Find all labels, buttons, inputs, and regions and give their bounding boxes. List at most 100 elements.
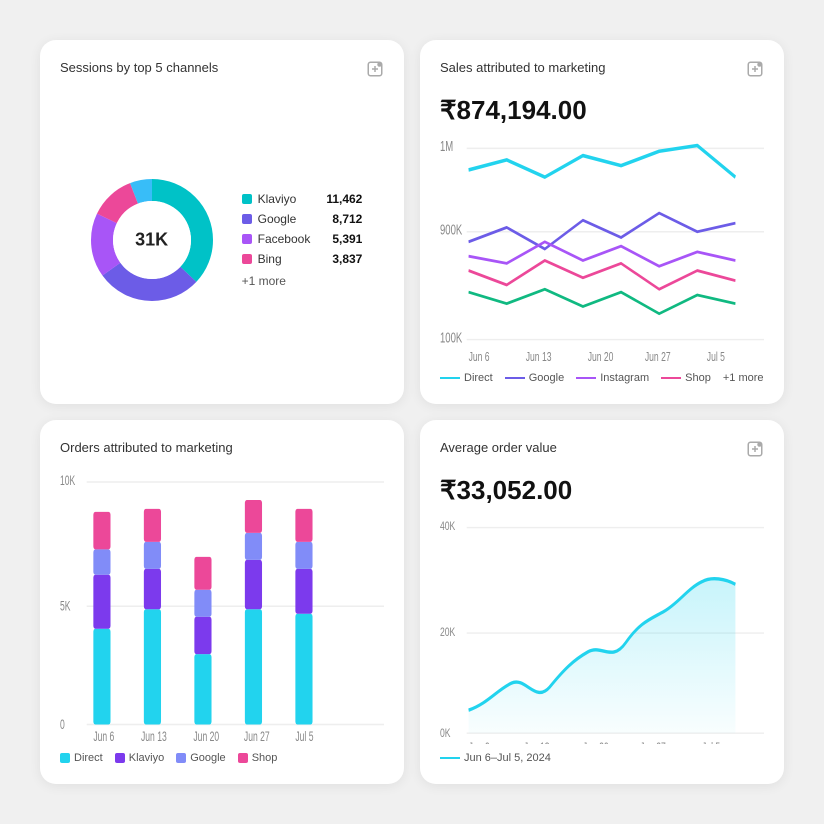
svg-text:Jun 6: Jun 6 bbox=[469, 740, 490, 744]
svg-text:Jun 13: Jun 13 bbox=[524, 740, 550, 744]
sales-more-label: +1 more bbox=[723, 372, 764, 384]
svg-text:0K: 0K bbox=[440, 727, 450, 741]
orders-direct-label: Direct bbox=[74, 752, 103, 764]
donut-center-value: 31K bbox=[135, 229, 168, 250]
svg-text:1M: 1M bbox=[440, 138, 453, 155]
orders-shop-label: Shop bbox=[252, 752, 278, 764]
klaviyo-label: Klaviyo bbox=[258, 192, 297, 206]
svg-text:900K: 900K bbox=[440, 222, 462, 239]
svg-text:Jun 20: Jun 20 bbox=[588, 351, 614, 364]
orders-shop-legend: Shop bbox=[238, 752, 278, 764]
orders-google-legend: Google bbox=[176, 752, 225, 764]
svg-text:Jun 27: Jun 27 bbox=[645, 351, 671, 364]
svg-text:Jul 5: Jul 5 bbox=[707, 351, 725, 364]
sales-line-chart: 1M 900K 100K Jun 6 Jun 13 Jun 20 Jun 27 … bbox=[440, 134, 764, 364]
klaviyo-value: 11,462 bbox=[310, 192, 362, 206]
sales-legend-row: Direct Google Instagram Shop +1 more bbox=[440, 372, 764, 384]
orders-card: Orders attributed to marketing 10K 5K 0 bbox=[40, 420, 404, 784]
avg-order-value: ₹33,052.00 bbox=[440, 475, 764, 506]
legend-item-bing: Bing 3,837 bbox=[242, 252, 363, 266]
svg-text:Jun 6: Jun 6 bbox=[93, 730, 114, 744]
shop-line bbox=[661, 377, 681, 379]
bing-label: Bing bbox=[258, 252, 282, 266]
sales-more[interactable]: +1 more bbox=[723, 372, 764, 384]
sessions-card-header: Sessions by top 5 channels bbox=[60, 60, 384, 83]
instagram-legend: Instagram bbox=[576, 372, 649, 384]
svg-text:Jun 27: Jun 27 bbox=[640, 740, 666, 744]
legend-item-facebook: Facebook 5,391 bbox=[242, 232, 363, 246]
klaviyo-dot bbox=[242, 194, 252, 204]
instagram-label: Instagram bbox=[600, 372, 649, 384]
svg-text:Jul 5: Jul 5 bbox=[295, 730, 313, 744]
svg-text:100K: 100K bbox=[440, 329, 462, 346]
legend-item-klaviyo: Klaviyo 11,462 bbox=[242, 192, 363, 206]
svg-text:0: 0 bbox=[60, 718, 65, 732]
google-dot bbox=[242, 214, 252, 224]
facebook-dot bbox=[242, 234, 252, 244]
bing-dot bbox=[242, 254, 252, 264]
orders-title: Orders attributed to marketing bbox=[60, 440, 233, 455]
orders-klaviyo-dot bbox=[115, 753, 125, 763]
svg-text:10K: 10K bbox=[60, 474, 76, 488]
direct-line bbox=[440, 377, 460, 379]
orders-bar-chart-area: 10K 5K 0 bbox=[60, 467, 384, 744]
svg-text:Jun 13: Jun 13 bbox=[526, 351, 552, 364]
svg-text:Jun 20: Jun 20 bbox=[583, 740, 609, 744]
avg-order-legend-label: Jun 6–Jul 5, 2024 bbox=[464, 752, 551, 764]
sales-export-icon[interactable] bbox=[746, 60, 764, 83]
avg-order-card: Average order value ₹33,052.00 40K 20K 0… bbox=[420, 420, 784, 784]
facebook-value: 5,391 bbox=[316, 232, 362, 246]
sales-value: ₹874,194.00 bbox=[440, 95, 764, 126]
avg-order-export-icon[interactable] bbox=[746, 440, 764, 463]
google-value: 8,712 bbox=[316, 212, 362, 226]
orders-direct-dot bbox=[60, 753, 70, 763]
orders-klaviyo-legend: Klaviyo bbox=[115, 752, 164, 764]
avg-order-legend-row: Jun 6–Jul 5, 2024 bbox=[440, 752, 764, 764]
svg-text:Jun 6: Jun 6 bbox=[469, 351, 490, 364]
dashboard: Sessions by top 5 channels bbox=[0, 0, 824, 824]
svg-text:Jun 20: Jun 20 bbox=[193, 730, 219, 744]
orders-card-header: Orders attributed to marketing bbox=[60, 440, 384, 455]
orders-shop-dot bbox=[238, 753, 248, 763]
svg-text:Jun 13: Jun 13 bbox=[141, 730, 167, 744]
sales-card-header: Sales attributed to marketing bbox=[440, 60, 764, 83]
orders-bar-chart: 10K 5K 0 bbox=[60, 467, 384, 744]
orders-klaviyo-label: Klaviyo bbox=[129, 752, 164, 764]
instagram-line bbox=[576, 377, 596, 379]
direct-label: Direct bbox=[464, 372, 493, 384]
orders-google-dot bbox=[176, 753, 186, 763]
export-icon[interactable] bbox=[366, 60, 384, 83]
svg-text:Jun 27: Jun 27 bbox=[244, 730, 270, 744]
sessions-legend: Klaviyo 11,462 Google 8,712 Facebook 5,3… bbox=[242, 192, 363, 288]
google-line bbox=[505, 377, 525, 379]
legend-item-google: Google 8,712 bbox=[242, 212, 363, 226]
donut-chart: 31K bbox=[82, 170, 222, 310]
avg-order-chart-area: 40K 20K 0K Jun 6 Jun 13 Jun 20 Jun 27 Ju… bbox=[440, 514, 764, 744]
google-legend: Google bbox=[505, 372, 564, 384]
shop-legend: Shop bbox=[661, 372, 711, 384]
avg-order-card-header: Average order value bbox=[440, 440, 764, 463]
facebook-label: Facebook bbox=[258, 232, 311, 246]
sessions-more[interactable]: +1 more bbox=[242, 274, 363, 288]
shop-label: Shop bbox=[685, 372, 711, 384]
svg-text:Jul 5: Jul 5 bbox=[702, 740, 720, 744]
sales-chart-area: 1M 900K 100K Jun 6 Jun 13 Jun 20 Jun 27 … bbox=[440, 134, 764, 364]
bing-value: 3,837 bbox=[316, 252, 362, 266]
google-legend-label: Google bbox=[529, 372, 564, 384]
avg-order-legend-item: Jun 6–Jul 5, 2024 bbox=[440, 752, 551, 764]
donut-content: 31K Klaviyo 11,462 Google 8,712 Facebook… bbox=[60, 95, 384, 384]
svg-text:5K: 5K bbox=[60, 600, 71, 614]
orders-google-label: Google bbox=[190, 752, 225, 764]
svg-text:20K: 20K bbox=[440, 625, 455, 639]
avg-order-line-legend bbox=[440, 757, 460, 759]
svg-text:40K: 40K bbox=[440, 520, 455, 534]
orders-legend-row: Direct Klaviyo Google Shop bbox=[60, 752, 384, 764]
avg-order-chart: 40K 20K 0K Jun 6 Jun 13 Jun 20 Jun 27 Ju… bbox=[440, 514, 764, 744]
sessions-card: Sessions by top 5 channels bbox=[40, 40, 404, 404]
orders-direct-legend: Direct bbox=[60, 752, 103, 764]
avg-order-title: Average order value bbox=[440, 440, 557, 455]
direct-legend: Direct bbox=[440, 372, 493, 384]
sales-card: Sales attributed to marketing ₹874,194.0… bbox=[420, 40, 784, 404]
google-label: Google bbox=[258, 212, 297, 226]
sales-title: Sales attributed to marketing bbox=[440, 60, 605, 75]
